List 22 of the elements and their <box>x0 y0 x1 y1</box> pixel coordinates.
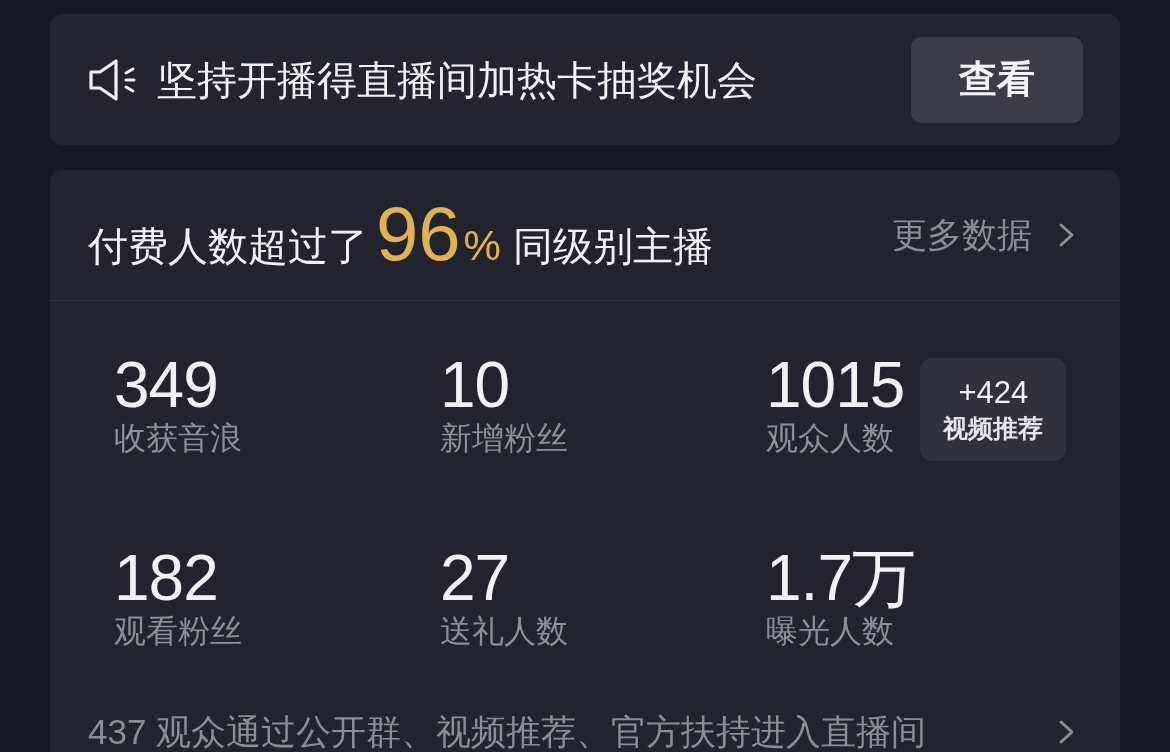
stat-value: 1015 <box>766 353 905 417</box>
stat-label: 新增粉丝 <box>440 419 568 458</box>
stat-label: 曝光人数 <box>766 612 894 651</box>
bubble-label: 视频推荐 <box>943 412 1044 443</box>
stat-label: 观众人数 <box>766 419 894 458</box>
stat-value: 27 <box>440 546 510 610</box>
view-button[interactable]: 查看 <box>911 36 1083 123</box>
chevron-right-icon <box>1058 222 1076 248</box>
bubble-value: +424 <box>958 376 1029 411</box>
stat-label: 观看粉丝 <box>114 612 242 651</box>
stat-value: 182 <box>114 546 218 610</box>
chevron-right-icon <box>1058 719 1076 746</box>
stat-label: 送礼人数 <box>440 612 568 651</box>
summary-headline: 付费人数超过了 96% 同级别主播 <box>88 196 713 274</box>
traffic-source-link[interactable]: 437 观众通过公开群、视频推荐、官方扶持进入直播间 <box>50 710 1120 752</box>
more-data-link[interactable]: 更多数据 <box>892 211 1076 259</box>
notice-text: 坚持开播得直播间加热卡抽奖机会 <box>157 56 758 104</box>
speaker-icon <box>88 57 138 102</box>
stat-label: 收获音浪 <box>114 419 242 458</box>
stat-value: 10 <box>440 353 510 417</box>
stat-value: 349 <box>114 353 218 417</box>
stat-value: 1.7万 <box>766 546 915 610</box>
